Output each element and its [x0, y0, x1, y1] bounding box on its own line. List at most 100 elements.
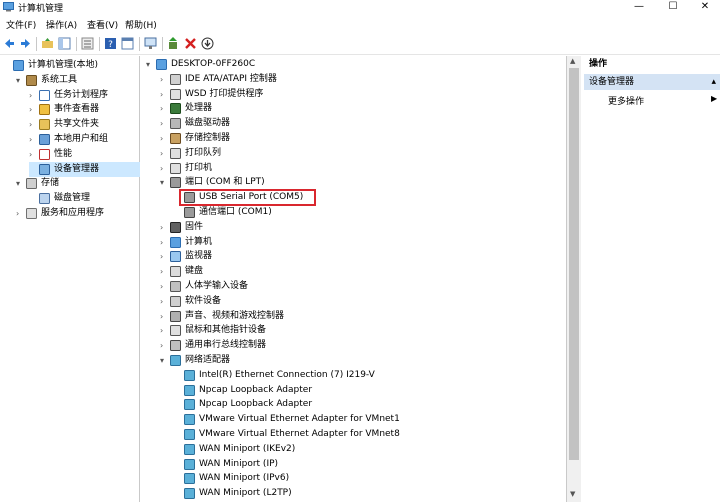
- scrollbar-thumb[interactable]: [569, 68, 579, 460]
- device-tree-item[interactable]: › IDE ATA/ATAPI 控制器: [160, 72, 566, 87]
- mouse-icon: [170, 325, 181, 337]
- device-tree-item[interactable]: › 固件: [160, 220, 566, 235]
- expand-chevron-icon[interactable]: ›: [160, 249, 168, 264]
- device-tree-item[interactable]: › 人体学输入设备: [160, 279, 566, 294]
- device-tree-item[interactable]: › 存储控制器: [160, 131, 566, 146]
- more-actions-item[interactable]: 更多操作: [608, 94, 644, 107]
- properties-icon[interactable]: [121, 37, 134, 50]
- close-button[interactable]: ✕: [690, 0, 720, 15]
- back-icon[interactable]: [3, 37, 16, 50]
- expand-chevron-icon[interactable]: ›: [160, 131, 168, 146]
- expand-chevron-icon[interactable]: ›: [160, 72, 168, 87]
- nav-tree-item[interactable]: › 事件查看器: [29, 102, 140, 117]
- expand-chevron-icon[interactable]: ›: [29, 88, 37, 103]
- device-tree-scrollbar[interactable]: ▲ ▼: [567, 56, 581, 502]
- expand-chevron-icon[interactable]: ›: [160, 220, 168, 235]
- device-tree-item[interactable]: › 计算机: [160, 235, 566, 250]
- device-tree-item[interactable]: › 处理器: [160, 101, 566, 116]
- device-tree-item[interactable]: WAN Miniport (L2TP): [174, 486, 566, 501]
- device-tree-item[interactable]: Npcap Loopback Adapter: [174, 383, 566, 398]
- scroll-down-icon[interactable]: ▼: [570, 490, 575, 498]
- expand-chevron-icon[interactable]: ›: [160, 161, 168, 176]
- scroll-up-icon[interactable]: ▲: [570, 57, 575, 65]
- device-tree-item[interactable]: › 软件设备: [160, 294, 566, 309]
- device-tree-item[interactable]: › 监视器: [160, 249, 566, 264]
- nav-tree-item[interactable]: › 性能: [29, 147, 140, 162]
- computer-mgmt-icon: [3, 2, 14, 12]
- uninstall-icon[interactable]: [184, 37, 197, 50]
- expand-chevron-icon[interactable]: ›: [160, 101, 168, 116]
- expand-chevron-icon[interactable]: ›: [160, 235, 168, 250]
- expand-chevron-icon[interactable]: ›: [29, 102, 37, 117]
- collapse-chevron-icon[interactable]: ▾: [160, 353, 168, 368]
- expand-chevron-icon[interactable]: ›: [29, 117, 37, 132]
- expand-chevron-icon[interactable]: ›: [160, 87, 168, 102]
- collapse-chevron-icon[interactable]: ▾: [146, 57, 154, 72]
- nav-tree-item[interactable]: › 服务和应用程序: [16, 206, 140, 221]
- nav-tree-item[interactable]: ▾ 存储: [16, 176, 140, 191]
- device-tree-item[interactable]: › 打印机: [160, 161, 566, 176]
- collapse-chevron-icon[interactable]: ▾: [16, 73, 24, 88]
- export-list-icon[interactable]: [81, 37, 94, 50]
- expand-chevron-icon[interactable]: ›: [160, 338, 168, 353]
- nav-tree-item[interactable]: 计算机管理(本地): [3, 58, 140, 73]
- tools-icon: [26, 74, 37, 86]
- menu-view[interactable]: 查看(V): [87, 18, 118, 31]
- nav-tree-item[interactable]: ▾ 系统工具: [16, 73, 140, 88]
- device-tree-item[interactable]: › 磁盘驱动器: [160, 116, 566, 131]
- device-tree-item[interactable]: Intel(R) Ethernet Connection (7) I219-V: [174, 368, 566, 383]
- collapse-chevron-icon[interactable]: ▾: [160, 175, 168, 190]
- expand-chevron-icon[interactable]: ›: [29, 147, 37, 162]
- device-tree-item[interactable]: VMware Virtual Ethernet Adapter for VMne…: [174, 412, 566, 427]
- help-icon[interactable]: ?: [104, 37, 117, 50]
- actions-section-label: 设备管理器: [589, 77, 635, 87]
- nav-tree-item[interactable]: › 本地用户和组: [29, 132, 140, 147]
- expand-chevron-icon[interactable]: ›: [160, 116, 168, 131]
- expand-chevron-icon[interactable]: ›: [16, 206, 24, 221]
- device-tree-item[interactable]: › 键盘: [160, 264, 566, 279]
- expand-chevron-icon[interactable]: ›: [160, 323, 168, 338]
- device-tree-item[interactable]: 通信端口 (COM1): [174, 205, 566, 220]
- device-tree-item[interactable]: WAN Miniport (IPv6): [174, 471, 566, 486]
- maximize-button[interactable]: ☐: [658, 0, 688, 15]
- device-tree-item[interactable]: WAN Miniport (IP): [174, 457, 566, 472]
- nav-tree-item[interactable]: › 任务计划程序: [29, 88, 140, 103]
- download-icon[interactable]: [201, 37, 214, 50]
- expand-chevron-icon[interactable]: ›: [160, 146, 168, 161]
- expand-chevron-icon[interactable]: ›: [160, 279, 168, 294]
- device-tree-item[interactable]: VMware Virtual Ethernet Adapter for VMne…: [174, 427, 566, 442]
- up-folder-icon[interactable]: [41, 37, 54, 50]
- show-tree-icon[interactable]: [58, 37, 71, 50]
- monitor-icon[interactable]: [144, 37, 157, 50]
- device-tree-item[interactable]: Npcap Loopback Adapter: [174, 397, 566, 412]
- submenu-arrow-icon[interactable]: ▶: [711, 94, 717, 103]
- device-tree-item[interactable]: › WSD 打印提供程序: [160, 87, 566, 102]
- collapse-up-icon[interactable]: ▴: [711, 74, 716, 90]
- device-tree-item[interactable]: › 通用串行总线控制器: [160, 338, 566, 353]
- expand-chevron-icon[interactable]: ›: [160, 264, 168, 279]
- expand-chevron-icon[interactable]: ›: [29, 132, 37, 147]
- collapse-chevron-icon[interactable]: ▾: [16, 176, 24, 191]
- expand-chevron-icon[interactable]: ›: [160, 294, 168, 309]
- update-driver-icon[interactable]: [167, 37, 180, 50]
- device-tree-item[interactable]: › 声音、视频和游戏控制器: [160, 309, 566, 324]
- minimize-button[interactable]: —: [624, 0, 654, 15]
- nav-tree-label: 系统工具: [41, 74, 78, 85]
- expand-chevron-icon[interactable]: ›: [160, 309, 168, 324]
- network-icon: [184, 414, 195, 426]
- menu-action[interactable]: 操作(A): [46, 18, 77, 31]
- device-tree-item[interactable]: › 鼠标和其他指针设备: [160, 323, 566, 338]
- menu-help[interactable]: 帮助(H): [125, 18, 157, 31]
- storage-controller-icon: [170, 133, 181, 144]
- nav-tree-item[interactable]: 磁盘管理: [29, 191, 140, 206]
- device-tree-item[interactable]: ▾ DESKTOP-0FF260C: [146, 57, 566, 72]
- device-tree-item[interactable]: ▾ 网络适配器: [160, 353, 566, 368]
- nav-tree-item[interactable]: 设备管理器: [29, 161, 140, 177]
- actions-section-device-manager[interactable]: 设备管理器 ▴: [584, 74, 720, 90]
- nav-tree-item[interactable]: › 共享文件夹: [29, 117, 140, 132]
- device-tree-item[interactable]: › 打印队列: [160, 146, 566, 161]
- device-tree-item[interactable]: WAN Miniport (IKEv2): [174, 442, 566, 457]
- device-tree-item[interactable]: ▾ 端口 (COM 和 LPT): [160, 175, 566, 190]
- menu-file[interactable]: 文件(F): [6, 18, 36, 31]
- forward-icon[interactable]: [19, 37, 32, 50]
